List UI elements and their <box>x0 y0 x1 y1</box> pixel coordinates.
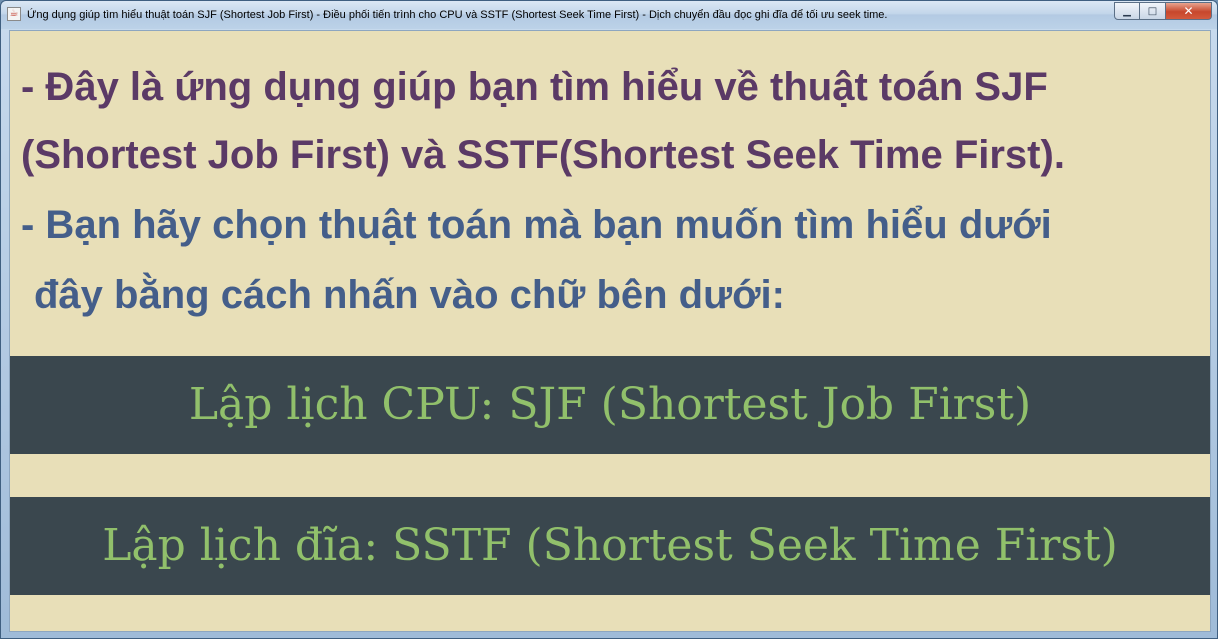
instruction-line-1: - Bạn hãy chọn thuật toán mà bạn muốn tì… <box>21 203 1052 247</box>
java-app-icon: ☕ <box>7 7 21 21</box>
maximize-button[interactable]: □ <box>1140 2 1166 20</box>
window-title: Ứng dụng giúp tìm hiểu thuật toán SJF (S… <box>27 9 888 21</box>
main-panel: - Đây là ứng dụng giúp bạn tìm hiểu về t… <box>9 30 1211 632</box>
minimize-icon: ▁ <box>1123 5 1131 17</box>
close-icon: ✕ <box>1183 4 1194 18</box>
maximize-icon: □ <box>1147 5 1158 17</box>
minimize-button[interactable]: ▁ <box>1114 2 1140 20</box>
title-bar[interactable]: ☕ Ứng dụng giúp tìm hiểu thuật toán SJF … <box>1 1 1217 29</box>
intro-line-1: - Đây là ứng dụng giúp bạn tìm hiểu về t… <box>21 65 1048 109</box>
sjf-button-label[interactable]: Lập lịch CPU: SJF (Shortest Job First) <box>189 383 1031 427</box>
sstf-disk-scheduling-button[interactable]: Lập lịch đĩa: SSTF (Shortest Seek Time F… <box>10 497 1210 595</box>
instruction-line-2: đây bằng cách nhấn vào chữ bên dưới: <box>34 273 785 317</box>
sstf-button-label[interactable]: Lập lịch đĩa: SSTF (Shortest Seek Time F… <box>102 524 1118 568</box>
app-window: ☕ Ứng dụng giúp tìm hiểu thuật toán SJF … <box>0 0 1218 639</box>
intro-line-2: (Shortest Job First) và SSTF(Shortest Se… <box>21 133 1065 177</box>
sjf-cpu-scheduling-button[interactable]: Lập lịch CPU: SJF (Shortest Job First) <box>10 356 1210 454</box>
window-controls: ▁ □ ✕ <box>1114 2 1212 20</box>
close-button[interactable]: ✕ <box>1166 2 1212 20</box>
